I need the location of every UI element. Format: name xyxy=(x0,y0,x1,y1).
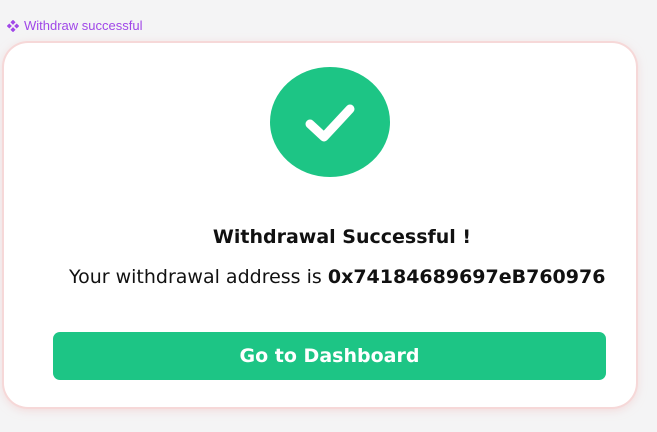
go-to-dashboard-button[interactable]: Go to Dashboard xyxy=(53,332,606,380)
withdrawal-address: 0x74184689697eB760976 xyxy=(327,266,606,288)
message-prefix: Your withdrawal address is xyxy=(69,266,328,288)
withdrawal-message: Your withdrawal address is 0x74184689697… xyxy=(69,266,605,288)
withdraw-success-card: Withdrawal Successful ! Your withdrawal … xyxy=(4,43,636,407)
success-badge xyxy=(270,67,390,177)
component-icon xyxy=(7,19,19,32)
frame-label: Withdraw successful xyxy=(7,18,142,33)
dialog-title: Withdrawal Successful ! xyxy=(212,226,472,248)
frame-label-text: Withdraw successful xyxy=(24,18,143,33)
checkmark-icon xyxy=(305,104,355,142)
